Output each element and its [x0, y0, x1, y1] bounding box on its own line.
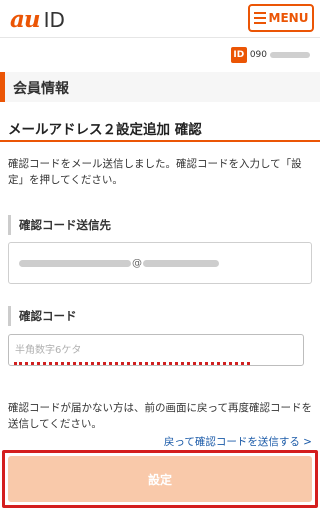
instruction-text: 確認コードをメール送信しました。確認コードを入力して「設定」を押してください。 — [8, 158, 302, 186]
email-local-masked — [19, 259, 131, 267]
spellcheck-underline — [14, 362, 250, 365]
account-id-line: ID 090 — [230, 47, 310, 63]
account-number-masked — [270, 52, 310, 58]
submit-button[interactable]: 設定 — [8, 456, 312, 502]
section-header: 会員情報 — [0, 72, 320, 102]
email-domain-masked — [143, 259, 219, 267]
help-text: 確認コードが届かない方は、前の画面に戻って再度確認コードを送信してください。 — [8, 402, 312, 430]
menu-button[interactable]: MENU — [248, 4, 314, 32]
submit-highlight-frame: 設定 — [2, 450, 318, 508]
page-title: メールアドレス２設定追加 確認 — [8, 122, 202, 138]
email-at-sign: @ — [132, 257, 142, 269]
destination-label: 確認コード送信先 — [8, 215, 111, 235]
section-title: 会員情報 — [13, 81, 69, 97]
au-id-logo[interactable]: au ID — [10, 6, 65, 33]
resend-code-link[interactable]: 戻って確認コードを送信する > — [164, 434, 312, 449]
menu-button-label: MENU — [268, 11, 309, 25]
destination-email-box: @ — [8, 242, 312, 284]
title-divider — [0, 140, 320, 142]
app-header: au ID MENU — [0, 0, 320, 38]
id-badge-icon: ID — [230, 47, 247, 63]
hamburger-menu-icon — [253, 12, 266, 24]
account-number-prefix: 090 — [249, 50, 267, 60]
code-label: 確認コード — [8, 306, 77, 326]
logo-id-text: ID — [43, 8, 65, 32]
logo-au-text: au — [10, 6, 41, 33]
